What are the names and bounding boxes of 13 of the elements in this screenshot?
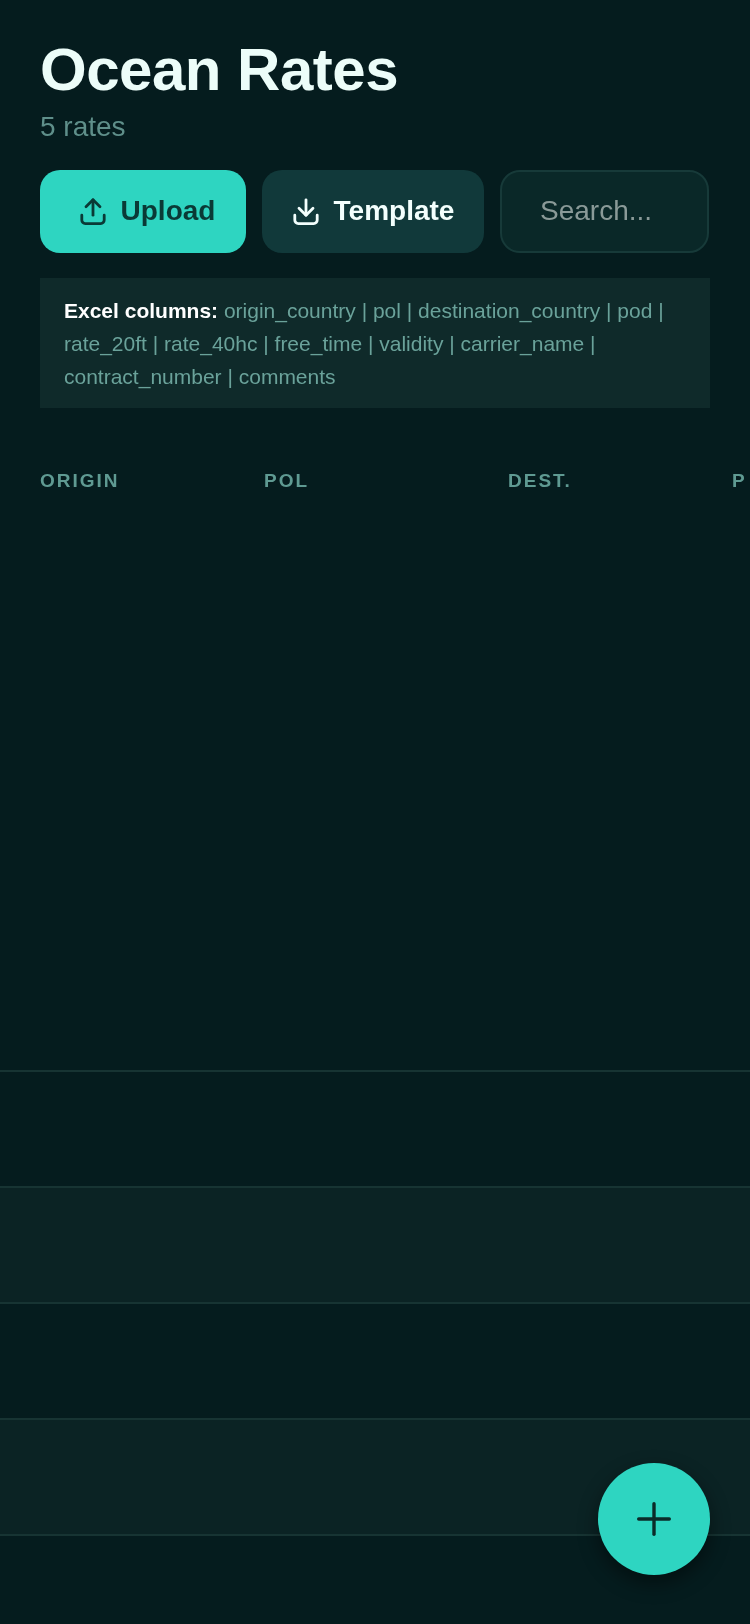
excel-columns-note: Excel columns: origin_country | pol | destination_country | pod | rate_20ft | rate_40hc | free_time | validity | carrier_name | contract_number | comments: [40, 277, 710, 408]
download-icon: [291, 197, 320, 226]
upload-button[interactable]: Upload: [40, 169, 246, 253]
page-title: Ocean Rates: [40, 40, 399, 100]
search-field[interactable]: Search...: [500, 169, 709, 253]
column-header: DEST.: [508, 468, 573, 492]
column-header: P: [732, 468, 747, 492]
column-header: ORIGIN: [40, 468, 121, 492]
upload-icon: [78, 197, 107, 226]
rate-count: 5 rates: [40, 110, 127, 144]
plus-icon: [637, 1502, 671, 1536]
column-header: POL: [264, 468, 311, 492]
template-button[interactable]: Template: [262, 169, 484, 253]
